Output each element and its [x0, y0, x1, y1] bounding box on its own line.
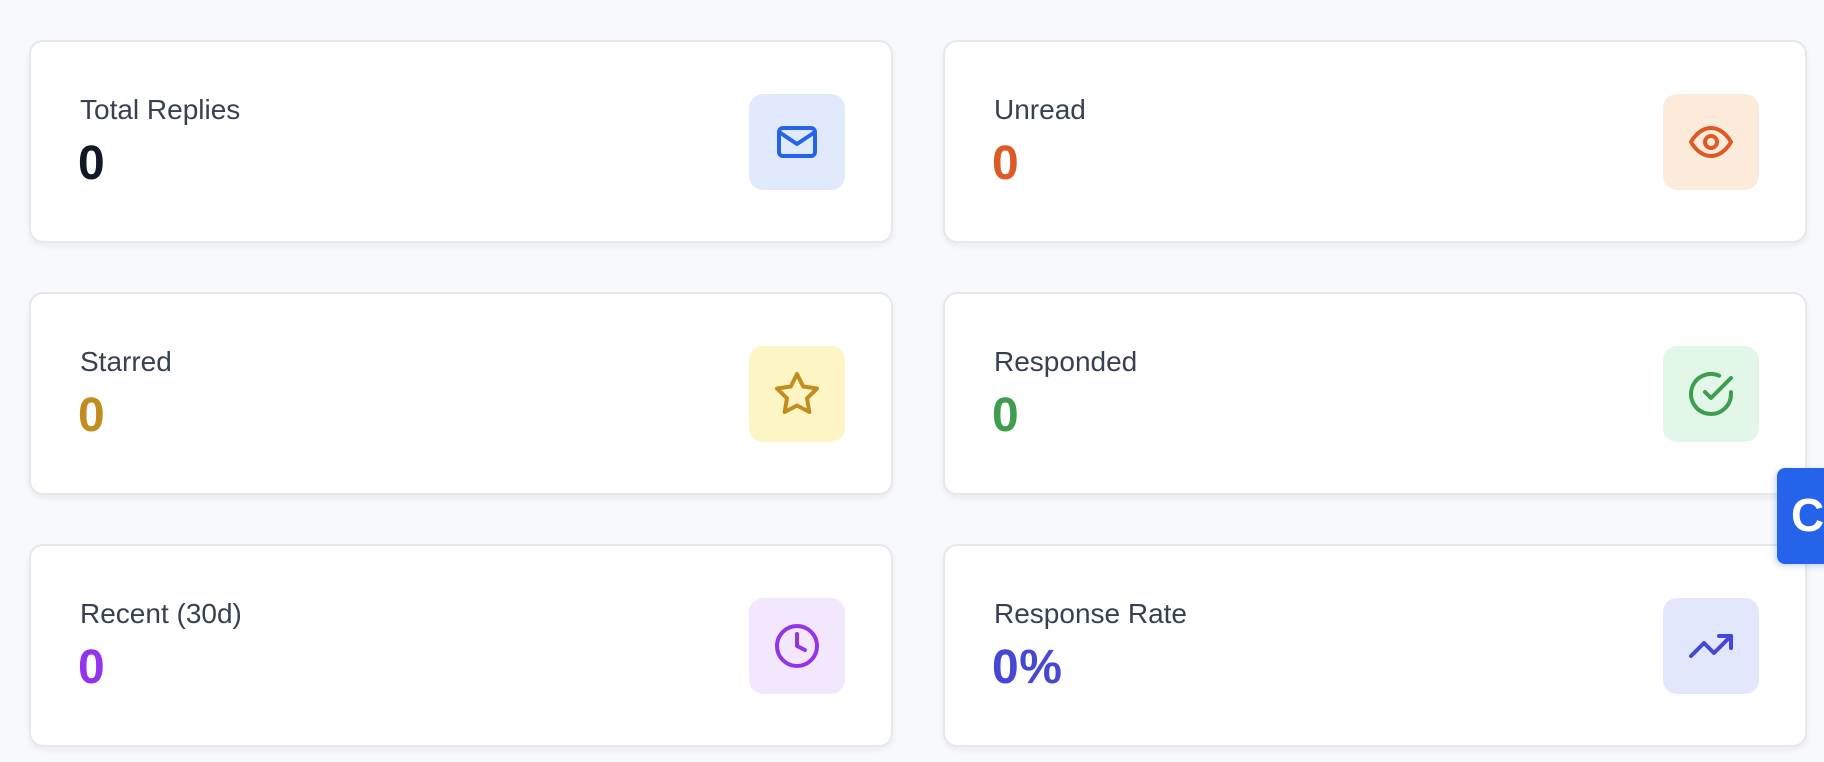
trending-up-icon: [1689, 634, 1733, 658]
stat-card-total-replies: Total Replies 0: [29, 40, 893, 243]
stats-grid: Total Replies 0 Unread 0 Starred 0 Respo…: [29, 40, 1807, 747]
clock-icon: [775, 624, 819, 668]
eye-icon: [1689, 126, 1733, 158]
stat-label: Recent (30d): [80, 598, 242, 629]
stat-icon-box: [1663, 598, 1759, 694]
stat-label: Responded: [994, 346, 1138, 377]
stat-card-recent-30d: Recent (30d) 0: [29, 544, 893, 747]
stat-label: Total Replies: [80, 94, 241, 125]
stat-card-response-rate: Response Rate 0%: [943, 544, 1807, 747]
stat-value: 0: [78, 389, 106, 442]
mail-icon: [777, 126, 817, 158]
stat-value: 0: [78, 641, 106, 694]
stat-label: Starred: [80, 346, 172, 377]
stat-icon-box: [749, 346, 845, 442]
feedback-side-tab[interactable]: C: [1777, 468, 1824, 564]
stat-label: Response Rate: [994, 598, 1188, 629]
stat-card-unread: Unread 0: [943, 40, 1807, 243]
stat-card-starred: Starred 0: [29, 292, 893, 495]
stat-value: 0: [992, 137, 1020, 190]
side-tab-glyph: C: [1791, 489, 1824, 541]
stat-value: 0%: [992, 641, 1063, 694]
check-circle-icon: [1689, 372, 1733, 416]
stat-icon-box: [749, 94, 845, 190]
stat-icon-box: [1663, 94, 1759, 190]
stat-icon-box: [1663, 346, 1759, 442]
stat-value: 0: [992, 389, 1020, 442]
stat-label: Unread: [994, 94, 1086, 125]
stat-icon-box: [749, 598, 845, 694]
stat-value: 0: [78, 137, 106, 190]
stat-card-responded: Responded 0: [943, 292, 1807, 495]
star-icon: [775, 372, 819, 415]
